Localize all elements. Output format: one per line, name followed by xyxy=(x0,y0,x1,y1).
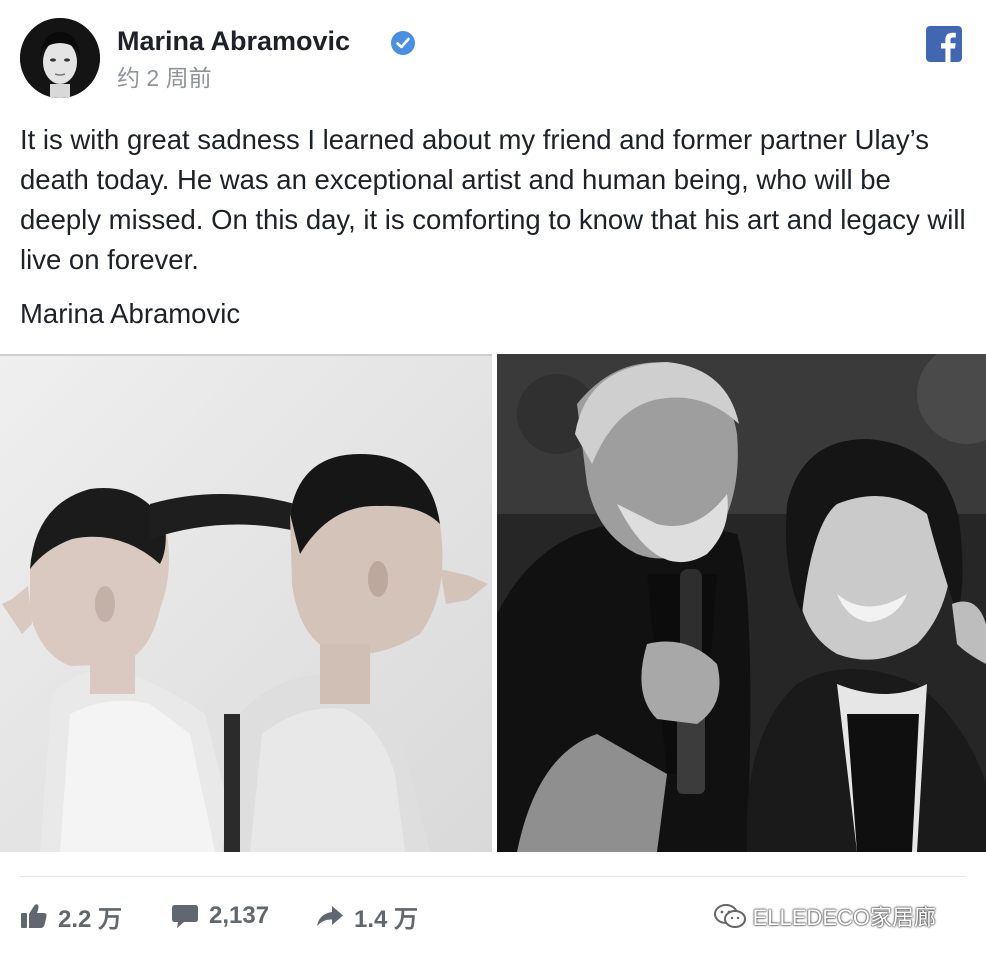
post-stats-bar: 2.2 万 2,137 1.4 万 ELLEDECO家居廊 xyxy=(20,892,966,940)
post-body-text: It is with great sadness I learned about… xyxy=(20,124,966,275)
share-count: 1.4 万 xyxy=(354,905,419,933)
comment-bubble-icon xyxy=(172,905,198,928)
thumbs-up-icon xyxy=(21,904,47,928)
photo-ulay-and-marina[interactable] xyxy=(497,354,986,852)
wechat-icon xyxy=(713,904,746,928)
watermark: ELLEDECO家居廊 xyxy=(713,900,936,932)
share-arrow-icon xyxy=(317,906,343,926)
post-header: Marina Abramovic 约 2 周前 xyxy=(20,18,966,102)
share-count-button[interactable]: 1.4 万 xyxy=(316,898,418,934)
post-attribution: Marina Abramovic xyxy=(20,298,241,329)
verified-badge-icon xyxy=(391,31,415,55)
author-name[interactable]: Marina Abramovic xyxy=(117,24,350,58)
post-timestamp[interactable]: 约 2 周前 xyxy=(117,64,212,92)
comment-count-button[interactable]: 2,137 xyxy=(171,898,269,934)
author-avatar[interactable] xyxy=(20,18,100,98)
photo-performance-ponytail[interactable] xyxy=(0,354,492,852)
like-count: 2.2 万 xyxy=(58,905,123,933)
stats-divider xyxy=(20,876,966,877)
like-count-button[interactable]: 2.2 万 xyxy=(20,898,122,934)
facebook-logo-icon[interactable] xyxy=(926,26,962,62)
watermark-text: ELLEDECO家居廊 xyxy=(752,905,936,930)
comment-count: 2,137 xyxy=(209,902,270,929)
